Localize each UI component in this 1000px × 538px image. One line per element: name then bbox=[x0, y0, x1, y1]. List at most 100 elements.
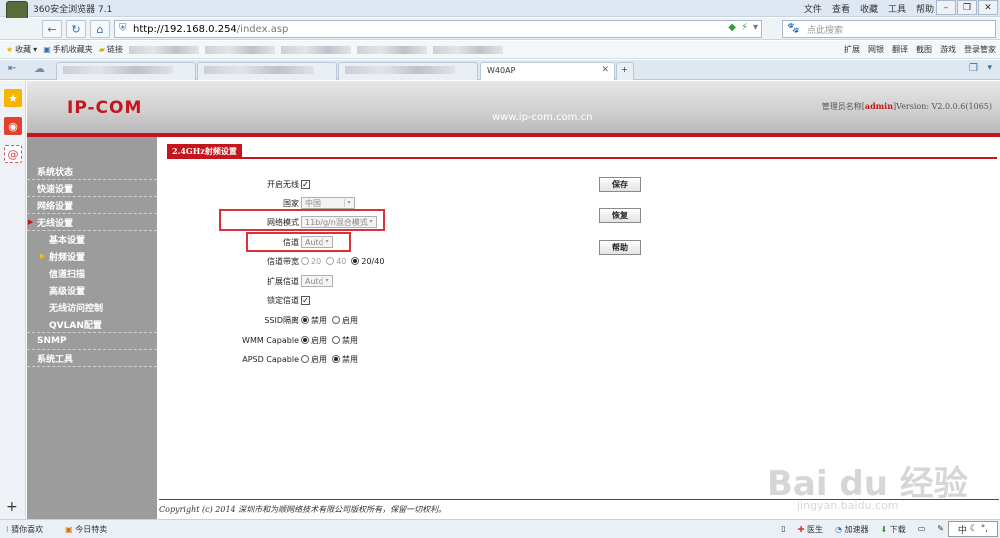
refresh-icon: ↻ bbox=[71, 22, 81, 36]
menu-file[interactable]: 文件 bbox=[804, 2, 822, 15]
sidebar-toggle-icon[interactable]: ⇤ bbox=[8, 63, 16, 74]
security-check-icon[interactable]: ◆ bbox=[728, 22, 736, 33]
favorites-star-icon[interactable]: ★ bbox=[4, 89, 22, 107]
row-ssid-isolation: SSID隔离 禁用 启用 bbox=[264, 315, 358, 325]
email-icon[interactable]: @ bbox=[4, 145, 22, 163]
blurred-bookmark[interactable] bbox=[432, 45, 503, 54]
toolbar-games[interactable]: 游戏 bbox=[940, 44, 956, 55]
restore-button[interactable]: 恢复 bbox=[599, 208, 641, 223]
close-tab-icon[interactable]: ✕ bbox=[601, 65, 609, 75]
toolbar-bank[interactable]: 网银 bbox=[868, 44, 884, 55]
save-button[interactable]: 保存 bbox=[599, 177, 641, 192]
enable-wireless-checkbox[interactable]: ✓ bbox=[301, 179, 310, 189]
refresh-button[interactable]: ↻ bbox=[66, 20, 86, 38]
cloud-icon[interactable]: ☁ bbox=[34, 62, 45, 75]
blurred-bookmark[interactable] bbox=[356, 45, 427, 54]
admin-info: 管理员名称[admin]Version: V2.0.0.6(1065) bbox=[821, 101, 992, 111]
address-bar[interactable]: ⛨ http://192.168.0.254/index.asp ◆ ⚡ ▾ bbox=[114, 20, 762, 38]
status-download[interactable]: ⬇ 下载 bbox=[880, 524, 905, 535]
menu-channel-scan[interactable]: 信道扫描 bbox=[27, 265, 157, 282]
menu-tools[interactable]: 工具 bbox=[888, 2, 906, 15]
add-panel-icon[interactable]: + bbox=[6, 499, 18, 515]
bookmark-favorites[interactable]: ★ 收藏 ▾ bbox=[6, 44, 37, 55]
toolbar-login-manager[interactable]: 登录管家 bbox=[964, 44, 996, 55]
menu-system-tools[interactable]: 系统工具 bbox=[27, 350, 157, 367]
menu-network-settings[interactable]: 网络设置 bbox=[27, 197, 157, 214]
menu-wireless-settings[interactable]: 无线设置 bbox=[27, 214, 157, 231]
tab-blurred[interactable] bbox=[197, 62, 337, 80]
admin-name: admin bbox=[864, 101, 894, 111]
wmm-disable-radio[interactable] bbox=[332, 336, 340, 344]
speed-mode-icon[interactable]: ⚡ bbox=[741, 22, 748, 33]
row-apsd: APSD Capable 启用 禁用 bbox=[242, 354, 358, 364]
minimize-button[interactable]: – bbox=[936, 0, 956, 15]
help-button[interactable]: 帮助 bbox=[599, 240, 641, 255]
menu-basic-settings[interactable]: 基本设置 bbox=[27, 231, 157, 248]
row-enable-wireless: 开启无线 ✓ bbox=[267, 179, 310, 189]
browser-title: 360安全浏览器 7.1 bbox=[33, 4, 113, 15]
status-accelerator[interactable]: ◔ 加速器 bbox=[835, 524, 869, 535]
dropdown-arrow-icon[interactable]: ▾ bbox=[753, 22, 758, 33]
bandwidth-40-radio[interactable] bbox=[326, 257, 335, 265]
bookmark-mobile[interactable]: ▣ 手机收藏夹 bbox=[43, 44, 93, 55]
lock-channel-checkbox[interactable]: ✓ bbox=[301, 295, 310, 305]
close-window-button[interactable]: ✕ bbox=[978, 0, 998, 15]
menu-view[interactable]: 查看 bbox=[832, 2, 850, 15]
apsd-enable-radio[interactable] bbox=[301, 355, 309, 363]
extension-channel-select[interactable]: Auto ▾ bbox=[301, 275, 333, 287]
tab-blurred[interactable] bbox=[338, 62, 478, 80]
blurred-bookmark[interactable] bbox=[280, 45, 351, 54]
search-input[interactable]: 🐾 点此搜索 bbox=[782, 20, 996, 38]
ssid-isolation-enable-radio[interactable] bbox=[332, 316, 340, 324]
wmm-enable-radio[interactable] bbox=[301, 336, 309, 344]
bandwidth-20-radio[interactable] bbox=[301, 257, 309, 265]
home-button[interactable]: ⌂ bbox=[90, 20, 110, 38]
channel-highlight bbox=[246, 232, 351, 252]
screen-icon[interactable]: ▭ bbox=[918, 524, 926, 535]
toolbar-extensions[interactable]: 扩展 bbox=[844, 44, 860, 55]
menu-quick-setup[interactable]: 快速设置 bbox=[27, 180, 157, 197]
toolbar-screenshot[interactable]: 截图 bbox=[916, 44, 932, 55]
chevron-down-icon: ▾ bbox=[322, 277, 331, 285]
row-channel: 信道 Auto ▾ bbox=[157, 235, 657, 249]
tab-active[interactable]: W40AP ✕ bbox=[480, 62, 615, 80]
status-guess-you-like[interactable]: ⁝ 猜你喜欢 bbox=[6, 524, 43, 535]
doctor-icon: ✚ bbox=[797, 524, 807, 534]
gift-icon: ▣ bbox=[65, 524, 76, 534]
url-host: http://192.168.0.254 bbox=[133, 23, 237, 35]
apsd-disable-radio[interactable] bbox=[332, 355, 340, 363]
router-menu: 系统状态 快速设置 网络设置 无线设置 基本设置 射频设置 信道扫描 高级设置 … bbox=[27, 137, 157, 519]
restore-tabs-icon[interactable]: ❐ bbox=[969, 63, 978, 74]
device-icon[interactable]: ▯ bbox=[781, 524, 785, 535]
pen-icon[interactable]: ✎ bbox=[937, 524, 944, 535]
maximize-button[interactable]: ❐ bbox=[957, 0, 977, 15]
toolbar-translate[interactable]: 翻译 bbox=[892, 44, 908, 55]
menu-system-status[interactable]: 系统状态 bbox=[27, 163, 157, 180]
menu-wireless-access-control[interactable]: 无线访问控制 bbox=[27, 299, 157, 316]
tab-blurred[interactable] bbox=[56, 62, 196, 80]
bookmarks-bar: ★ 收藏 ▾ ▣ 手机收藏夹 ▰ 链接 扩展 网银 翻译 截图 游戏 登录管家 bbox=[0, 41, 1000, 59]
browser-side-panel: ★ ◉ @ + bbox=[0, 81, 26, 519]
weibo-icon[interactable]: ◉ bbox=[4, 117, 22, 135]
menu-qvlan[interactable]: QVLAN配置 bbox=[27, 316, 157, 333]
back-button[interactable]: ← bbox=[42, 20, 62, 38]
country-select[interactable]: 中国 ▾ bbox=[301, 197, 355, 209]
bookmark-links[interactable]: ▰ 链接 bbox=[99, 44, 123, 55]
menu-favorites[interactable]: 收藏 bbox=[860, 2, 878, 15]
ime-indicator[interactable]: 中 ☾ °, bbox=[948, 521, 998, 537]
menu-advanced-settings[interactable]: 高级设置 bbox=[27, 282, 157, 299]
new-tab-button[interactable]: + bbox=[616, 62, 634, 80]
menu-help[interactable]: 帮助 bbox=[916, 2, 934, 15]
menu-snmp[interactable]: SNMP bbox=[27, 333, 157, 350]
ssid-isolation-disable-radio[interactable] bbox=[301, 316, 309, 324]
status-today-sale[interactable]: ▣ 今日特卖 bbox=[65, 524, 107, 535]
blurred-bookmark[interactable] bbox=[204, 45, 275, 54]
tab-menu-icon[interactable]: ▾ bbox=[987, 63, 992, 73]
folder-icon: ▰ bbox=[98, 45, 105, 54]
copyright-footer: Copyright (c) 2014 深圳市和为顺网络技术有限公司版权所有，保留… bbox=[159, 499, 999, 515]
search-engine-icon[interactable]: 🐾 bbox=[787, 23, 799, 34]
blurred-bookmark[interactable] bbox=[128, 45, 199, 54]
status-doctor[interactable]: ✚ 医生 bbox=[798, 524, 823, 535]
bandwidth-20-40-radio[interactable] bbox=[351, 257, 360, 265]
menu-rf-settings[interactable]: 射频设置 bbox=[27, 248, 157, 265]
